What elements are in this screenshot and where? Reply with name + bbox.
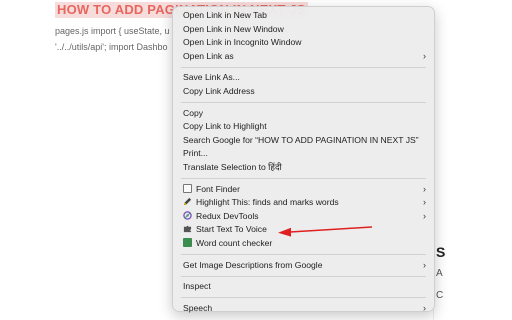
menu-item-copy-link-address[interactable]: Copy Link Address <box>173 85 434 99</box>
menu-item-open-new-tab[interactable]: Open Link in New Tab <box>173 9 434 23</box>
menu-item-label: Font Finder <box>196 183 240 194</box>
menu-item-label: Copy Link to Highlight <box>183 121 267 132</box>
menu-item-label: Speech <box>183 302 213 313</box>
menu-item-label: Redux DevTools <box>196 210 259 221</box>
menu-item-open-new-window[interactable]: Open Link in New Window <box>173 23 434 37</box>
menu-item-label: Start Text To Voice <box>196 224 267 235</box>
menu-item-translate[interactable]: Translate Selection to हिंदी <box>173 161 434 175</box>
code-snippet-line: pages.js import { useState, u <box>55 26 170 36</box>
menu-item-label: Open Link in New Tab <box>183 10 267 20</box>
menu-item-label: Translate Selection to हिंदी <box>183 161 282 172</box>
chevron-right-icon: › <box>423 302 426 313</box>
pen-icon <box>183 197 192 206</box>
menu-item-font-finder[interactable]: Font Finder › <box>173 183 434 197</box>
menu-item-redux-devtools[interactable]: Redux DevTools › <box>173 210 434 224</box>
menu-separator <box>181 178 426 180</box>
menu-item-label: Save Link As... <box>183 72 240 83</box>
menu-item-speech[interactable]: Speech › <box>173 302 434 316</box>
menu-item-label: Get Image Descriptions from Google <box>183 259 323 270</box>
menu-item-start-text-to-voice[interactable]: Start Text To Voice <box>173 223 434 237</box>
right-panel <box>433 34 512 320</box>
menu-item-label: Open Link as <box>183 50 234 61</box>
menu-separator <box>181 102 426 104</box>
menu-item-inspect[interactable]: Inspect <box>173 280 434 294</box>
menu-item-label: Open Link in New Window <box>183 23 284 34</box>
redux-icon <box>183 210 192 220</box>
word-count-icon <box>183 237 192 247</box>
menu-item-label: Inspect <box>183 281 211 292</box>
partial-heading: S <box>436 244 446 260</box>
font-finder-icon <box>183 183 192 193</box>
menu-item-open-incognito[interactable]: Open Link in Incognito Window <box>173 36 434 50</box>
menu-item-label: Open Link in Incognito Window <box>183 37 302 48</box>
menu-separator <box>181 254 426 255</box>
menu-item-label: Print... <box>183 148 208 159</box>
partial-text: C <box>436 290 444 301</box>
chevron-right-icon: › <box>423 197 426 208</box>
menu-item-label: Copy <box>183 107 204 118</box>
menu-item-image-descriptions[interactable]: Get Image Descriptions from Google › <box>173 259 434 273</box>
puzzle-icon <box>183 224 192 233</box>
menu-item-open-link-as[interactable]: Open Link as › <box>173 50 434 64</box>
partial-text: A <box>436 268 443 279</box>
menu-item-label: Search Google for “HOW TO ADD PAGINATION… <box>183 134 419 145</box>
chevron-right-icon: › <box>423 210 426 221</box>
chevron-right-icon: › <box>423 50 426 61</box>
menu-item-save-link-as[interactable]: Save Link As... <box>173 71 434 85</box>
chevron-right-icon: › <box>423 183 426 194</box>
chevron-right-icon: › <box>423 259 426 270</box>
menu-item-print[interactable]: Print... <box>173 147 434 161</box>
menu-item-highlight-this[interactable]: Highlight This: finds and marks words › <box>173 196 434 210</box>
menu-separator <box>181 297 426 299</box>
menu-item-copy[interactable]: Copy <box>173 107 434 121</box>
menu-separator <box>181 275 426 277</box>
menu-item-word-count[interactable]: Word count checker <box>173 237 434 251</box>
menu-item-label: Word count checker <box>196 237 273 248</box>
menu-item-search-google[interactable]: Search Google for “HOW TO ADD PAGINATION… <box>173 134 434 148</box>
menu-item-label: Highlight This: finds and marks words <box>196 197 339 208</box>
code-snippet-line: '../../utils/api'; import Dashbo <box>55 42 168 52</box>
context-menu: Open Link in New Tab Open Link in New Wi… <box>172 6 435 313</box>
menu-item-copy-link-highlight[interactable]: Copy Link to Highlight <box>173 120 434 134</box>
menu-item-label: Copy Link Address <box>183 85 255 96</box>
menu-separator <box>181 66 426 68</box>
